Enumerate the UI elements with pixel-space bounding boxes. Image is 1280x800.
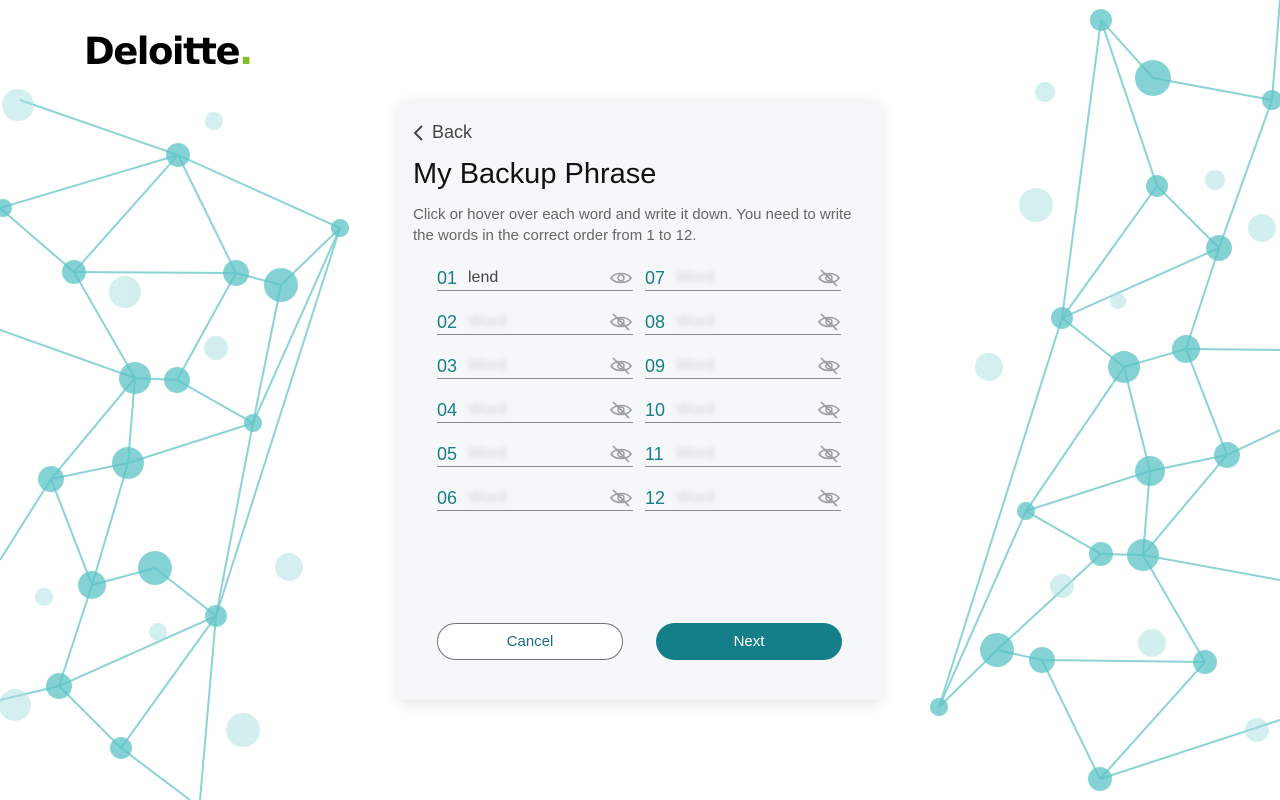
eye-slash-icon[interactable] bbox=[609, 313, 633, 331]
eye-slash-icon[interactable] bbox=[817, 269, 841, 287]
back-button[interactable]: Back bbox=[413, 122, 472, 143]
word-value[interactable]: Word bbox=[468, 445, 609, 463]
eye-slash-icon[interactable] bbox=[817, 489, 841, 507]
word-value[interactable]: Word bbox=[468, 357, 609, 375]
word-number: 02 bbox=[437, 311, 458, 332]
word-row-06: 06 Word bbox=[437, 486, 633, 511]
eye-slash-icon[interactable] bbox=[817, 445, 841, 463]
word-value[interactable]: Word bbox=[676, 489, 817, 507]
word-value[interactable]: Word bbox=[676, 313, 817, 331]
word-number: 08 bbox=[645, 311, 666, 332]
network-background-right bbox=[930, 0, 1280, 791]
word-value[interactable]: Word bbox=[468, 401, 609, 419]
word-row-02: 02 Word bbox=[437, 310, 633, 335]
back-label: Back bbox=[432, 122, 473, 142]
word-number: 04 bbox=[437, 399, 458, 420]
eye-slash-icon[interactable] bbox=[817, 401, 841, 419]
backup-phrase-card: Back My Backup Phrase Click or hover ove… bbox=[399, 100, 881, 700]
word-value[interactable]: Word bbox=[676, 401, 817, 419]
word-row-01: 01 lend bbox=[437, 266, 633, 291]
word-row-09: 09 Word bbox=[645, 354, 841, 379]
word-value[interactable]: Word bbox=[468, 313, 609, 331]
logo-text: Deloitte bbox=[84, 30, 241, 73]
deloitte-logo: Deloitte. bbox=[84, 30, 253, 73]
word-number: 09 bbox=[645, 355, 666, 376]
word-value[interactable]: Word bbox=[468, 489, 609, 507]
word-number: 03 bbox=[437, 355, 458, 376]
eye-slash-icon[interactable] bbox=[609, 401, 633, 419]
eye-slash-icon[interactable] bbox=[609, 445, 633, 463]
word-number: 05 bbox=[437, 443, 458, 464]
cancel-button[interactable]: Cancel bbox=[437, 623, 623, 660]
word-row-03: 03 Word bbox=[437, 354, 633, 379]
word-value[interactable]: Word bbox=[676, 269, 817, 287]
next-button[interactable]: Next bbox=[656, 623, 842, 660]
eye-slash-icon[interactable] bbox=[609, 357, 633, 375]
word-number: 10 bbox=[645, 399, 666, 420]
word-row-08: 08 Word bbox=[645, 310, 841, 335]
eye-icon[interactable] bbox=[609, 269, 633, 287]
word-value[interactable]: lend bbox=[468, 269, 609, 287]
word-row-04: 04 Word bbox=[437, 398, 633, 423]
eye-slash-icon[interactable] bbox=[609, 489, 633, 507]
word-row-05: 05 Word bbox=[437, 442, 633, 467]
word-number: 01 bbox=[437, 267, 458, 288]
page-description: Click or hover over each word and write … bbox=[413, 206, 852, 244]
word-value[interactable]: Word bbox=[676, 357, 817, 375]
word-row-07: 07 Word bbox=[645, 266, 841, 291]
page-title: My Backup Phrase bbox=[413, 158, 657, 190]
eye-slash-icon[interactable] bbox=[817, 313, 841, 331]
word-number: 07 bbox=[645, 267, 666, 288]
eye-slash-icon[interactable] bbox=[817, 357, 841, 375]
logo-dot: . bbox=[239, 30, 253, 73]
network-background-left bbox=[0, 89, 349, 800]
word-number: 06 bbox=[437, 487, 458, 508]
word-grid: 01 lend 07 Word 02 Word 08 Word 03 Word 09 Wor… bbox=[437, 266, 841, 511]
word-number: 12 bbox=[645, 487, 666, 508]
chevron-left-icon bbox=[413, 124, 423, 141]
word-value[interactable]: Word bbox=[676, 445, 817, 463]
word-row-10: 10 Word bbox=[645, 398, 841, 423]
word-number: 11 bbox=[645, 443, 664, 464]
word-row-12: 12 Word bbox=[645, 486, 841, 511]
word-row-11: 11 Word bbox=[645, 442, 841, 467]
